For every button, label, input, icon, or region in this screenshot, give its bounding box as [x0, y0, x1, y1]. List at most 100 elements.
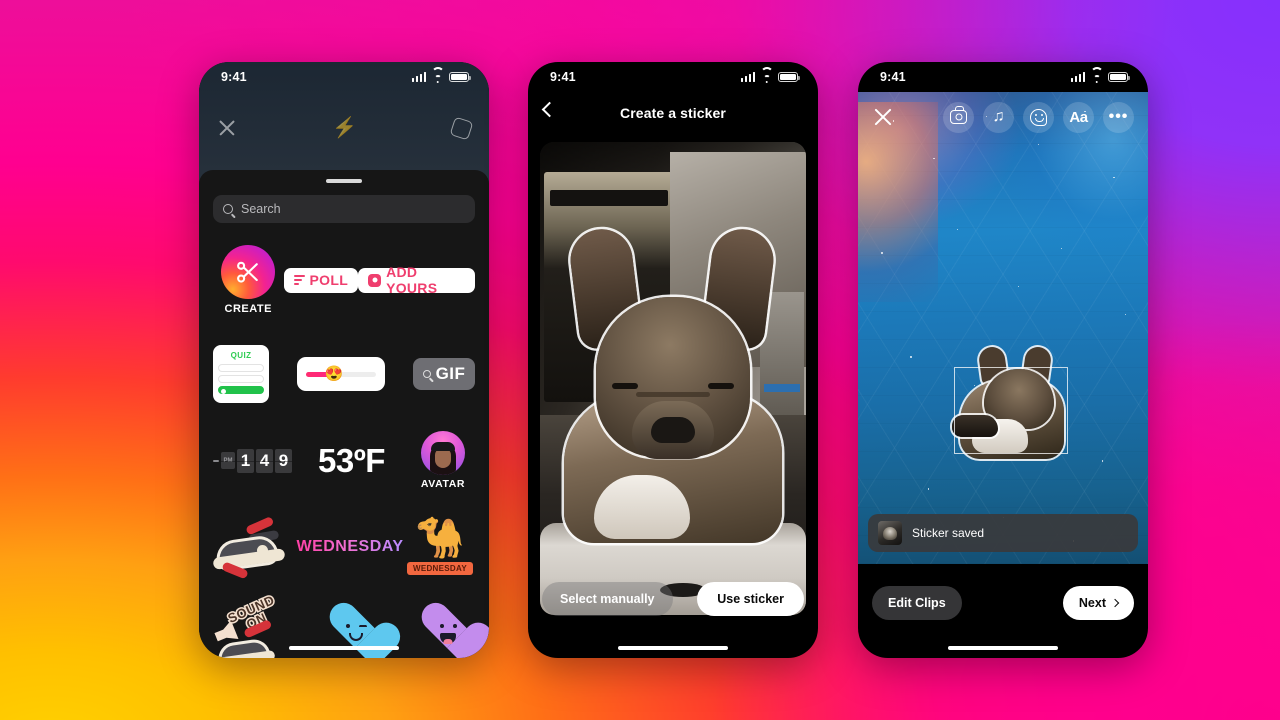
nav-bar: Create a sticker [528, 92, 818, 134]
sticker-temperature[interactable]: 53ºF [318, 442, 385, 480]
chevron-left-icon[interactable] [541, 101, 558, 118]
sticker-row-1: CREATE POLL ADD YOURS [213, 245, 475, 315]
sticker-poll[interactable]: POLL [283, 267, 359, 293]
sticker-heart-blue[interactable] [329, 604, 383, 652]
sticker-countdown[interactable]: PM 1 4 9 [213, 448, 292, 473]
quiz-option [218, 375, 264, 383]
countdown-unit: PM [221, 452, 235, 469]
home-indicator [618, 646, 728, 650]
slider-emoji: 😍 [324, 365, 344, 383]
status-clock: 9:41 [221, 70, 247, 84]
camel-badge-label: WEDNESDAY [406, 562, 473, 575]
battery-icon [1108, 72, 1130, 82]
bolt-icon[interactable]: ⚡ [332, 118, 357, 138]
sticker-thumbnail [878, 521, 902, 545]
sticker-icon[interactable] [1023, 101, 1054, 133]
home-indicator [948, 646, 1058, 650]
wifi-icon [1090, 67, 1103, 84]
add-yours-label: ADD YOURS [386, 264, 438, 296]
edit-clips-button[interactable]: Edit Clips [872, 586, 962, 620]
camel-emoji: 🐪 [415, 516, 465, 560]
editor-bottom-bar: Edit Clips Next [872, 586, 1134, 620]
sticker-gif[interactable]: GIF [413, 358, 475, 390]
toast-message: Sticker saved [912, 526, 985, 540]
status-icons [411, 67, 471, 84]
sticker-pirate-hat[interactable] [212, 516, 295, 580]
search-icon [223, 204, 233, 214]
sticker-saved-toast: Sticker saved [868, 514, 1138, 552]
avatar-label: AVATAR [420, 478, 466, 490]
status-icons [740, 67, 800, 84]
heart-face [329, 624, 383, 628]
countdown-digit: 1 [237, 448, 254, 473]
photo-preview[interactable] [540, 142, 806, 615]
stars-overlay [858, 92, 1148, 564]
search-input[interactable]: Search [213, 195, 475, 223]
status-bar-mid: 9:41 [528, 62, 818, 92]
use-sticker-label: Use sticker [717, 592, 784, 606]
use-sticker-button[interactable]: Use sticker [697, 582, 804, 616]
cellular-signal-icon [1070, 72, 1085, 82]
sticker-row-4: WEDNESDAY 🐪 WEDNESDAY [212, 516, 475, 580]
story-top-controls: ⚡ [199, 108, 489, 148]
editor-tool-group: ♫ Aa ••• [943, 101, 1134, 133]
camera-icon[interactable] [943, 101, 974, 133]
status-clock: 9:41 [880, 70, 906, 84]
sticker-row-3: PM 1 4 9 53ºF AVATAR [213, 431, 475, 490]
close-icon[interactable] [872, 106, 894, 128]
sheet-grabber[interactable] [326, 179, 362, 183]
search-placeholder: Search [241, 202, 281, 216]
action-buttons: Select manually Use sticker [542, 582, 804, 616]
countdown-dash [213, 459, 219, 462]
next-label: Next [1078, 596, 1106, 610]
dog-sticker[interactable] [950, 345, 1070, 472]
gif-label: GIF [435, 364, 466, 383]
wifi-icon [760, 67, 773, 84]
wifi-icon [431, 67, 444, 84]
countdown-digit: 9 [275, 448, 292, 473]
text-icon[interactable]: Aa [1063, 101, 1094, 133]
cellular-signal-icon [740, 72, 755, 82]
quiz-option-correct [218, 386, 264, 394]
slider-track: 😍 [306, 367, 376, 382]
sticker-create[interactable]: CREATE [213, 245, 284, 315]
select-manually-button[interactable]: Select manually [542, 582, 673, 616]
sticker-quiz[interactable]: QUIZ [213, 345, 269, 403]
music-note-icon[interactable]: ♫ [983, 101, 1014, 133]
sticker-emoji-slider[interactable]: 😍 [297, 357, 385, 391]
dog-subject [560, 213, 786, 543]
status-bar-left: 9:41 [199, 62, 489, 92]
avatar [420, 431, 465, 475]
more-icon[interactable]: ••• [1103, 101, 1134, 133]
status-icons [1070, 67, 1130, 84]
story-canvas[interactable] [858, 92, 1148, 564]
phone-create-sticker: 9:41 Create a sticker Select manually Us… [528, 62, 818, 658]
close-icon[interactable] [217, 118, 237, 138]
cellular-signal-icon [411, 72, 426, 82]
quiz-option [218, 364, 264, 372]
sticker-partial-next-row[interactable] [216, 619, 291, 658]
battery-icon [778, 72, 800, 82]
poll-label: POLL [309, 272, 349, 288]
sticker-wednesday-text[interactable]: WEDNESDAY [296, 538, 403, 556]
sticker-avatar[interactable]: AVATAR [411, 431, 475, 490]
create-circle [221, 245, 276, 299]
next-button[interactable]: Next [1062, 586, 1134, 620]
phone-sticker-tray: 9:41 ⚡ Search CREATE POLL ADD YOURS QUIZ… [199, 62, 489, 658]
chevron-right-icon [1110, 598, 1120, 608]
poll-lines-icon [293, 275, 305, 285]
status-bar-right: 9:41 [858, 62, 1148, 92]
camera-icon [368, 273, 382, 287]
search-icon [422, 370, 431, 378]
page-title: Create a sticker [620, 105, 726, 121]
countdown-digit: 4 [256, 448, 273, 473]
sticker-add-yours[interactable]: ADD YOURS [358, 264, 475, 296]
sticker-grid: CREATE POLL ADD YOURS QUIZ 😍 GIF PM 1 4 … [199, 223, 489, 658]
sticker-heart-purple[interactable] [421, 604, 475, 652]
quiz-label: QUIZ [230, 351, 252, 360]
sticker-selection-box [954, 367, 1068, 454]
hexagon-icon[interactable] [449, 116, 474, 140]
scissors-icon [221, 245, 275, 299]
battery-icon [449, 72, 471, 82]
sticker-camel[interactable]: 🐪 WEDNESDAY [405, 518, 475, 576]
